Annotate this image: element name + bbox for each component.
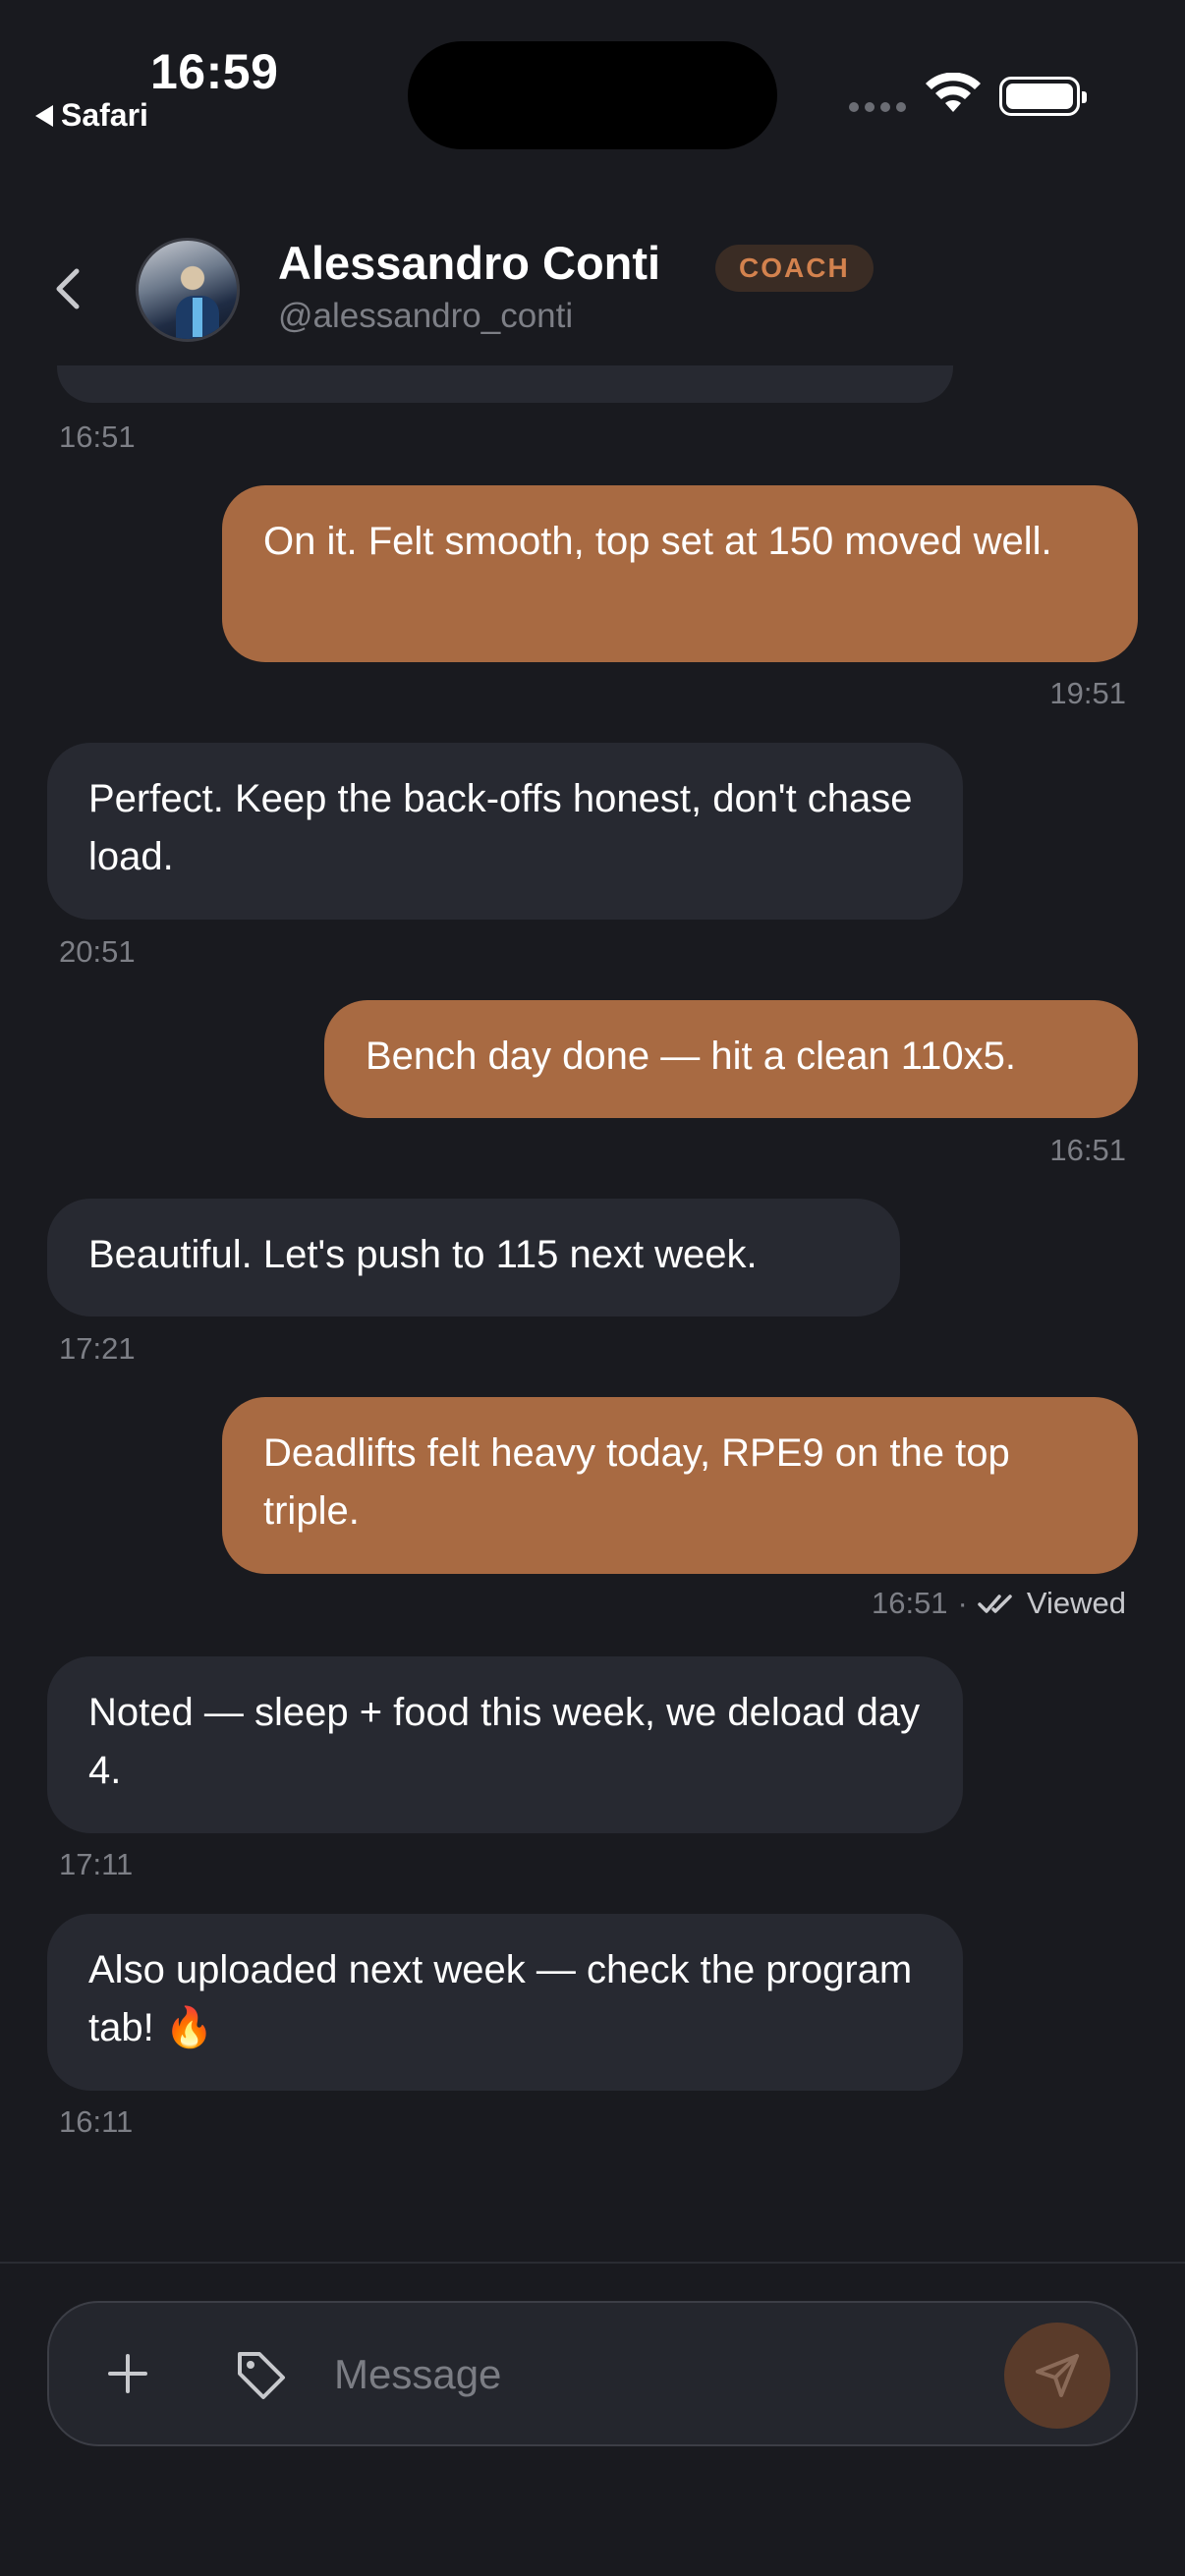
chat-screen: 16:59 Safari Alessandro Conti COACH @ale… — [0, 0, 1185, 2576]
message-timestamp: 16:51 — [871, 1586, 948, 1620]
message-timestamp: 17:11 — [59, 1847, 134, 1881]
dynamic-island — [408, 41, 777, 149]
message-bubble-incoming[interactable] — [57, 365, 953, 403]
message-read-receipt: 16:51 · Viewed — [872, 1586, 1126, 1621]
tag-icon[interactable] — [232, 2346, 289, 2403]
message-timestamp: 16:51 — [59, 420, 136, 454]
coach-badge: COACH — [715, 245, 874, 292]
message-timestamp: 16:11 — [59, 2104, 134, 2139]
message-bubble-outgoing[interactable]: Bench day done — hit a clean 110x5. — [324, 1000, 1138, 1118]
message-bubble-incoming[interactable]: Perfect. Keep the back-offs honest, don'… — [47, 743, 963, 920]
contact-handle: @alessandro_conti — [278, 297, 574, 335]
message-bubble-outgoing[interactable]: Deadlifts felt heavy today, RPE9 on the … — [222, 1397, 1138, 1574]
plus-icon[interactable] — [104, 2350, 151, 2397]
message-timestamp: 19:51 — [1049, 676, 1126, 710]
message-timestamp: 16:51 — [1049, 1133, 1126, 1167]
message-timestamp: 20:51 — [59, 934, 136, 969]
cellular-signal-icon — [849, 102, 906, 112]
send-icon — [1036, 2354, 1079, 2397]
battery-icon — [999, 77, 1087, 116]
double-check-icon — [978, 1595, 1012, 1613]
status-time: 16:59 — [150, 44, 279, 99]
contact-name[interactable]: Alessandro Conti — [278, 236, 660, 290]
message-composer — [47, 2301, 1138, 2446]
avatar[interactable] — [136, 238, 240, 342]
chevron-left-icon[interactable] — [47, 263, 90, 314]
message-input[interactable] — [334, 2342, 973, 2407]
composer-divider — [0, 2262, 1185, 2264]
back-triangle-icon — [35, 104, 53, 127]
timestamp-separator: · — [957, 1586, 968, 1620]
message-timestamp: 17:21 — [59, 1331, 136, 1366]
back-app-label: Safari — [61, 97, 148, 133]
back-to-safari[interactable]: Safari — [35, 97, 148, 134]
message-bubble-incoming[interactable]: Beautiful. Let's push to 115 next week. — [47, 1199, 900, 1316]
viewed-status: Viewed — [1026, 1586, 1126, 1620]
wifi-icon — [926, 73, 981, 112]
message-bubble-incoming[interactable]: Also uploaded next week — check the prog… — [47, 1914, 963, 2091]
message-bubble-outgoing[interactable]: On it. Felt smooth, top set at 150 moved… — [222, 485, 1138, 662]
message-bubble-incoming[interactable]: Noted — sleep + food this week, we deloa… — [47, 1656, 963, 1833]
send-button[interactable] — [1004, 2323, 1110, 2429]
